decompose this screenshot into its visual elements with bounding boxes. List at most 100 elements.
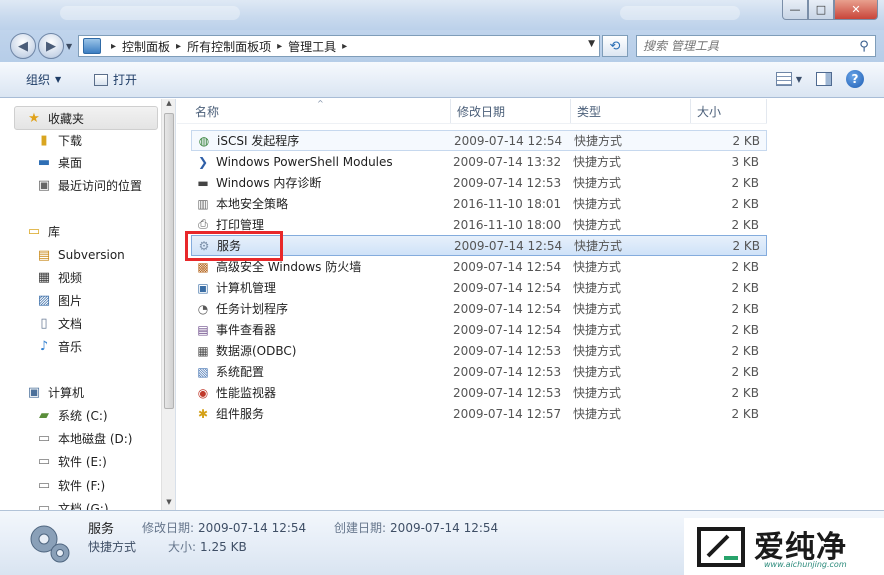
nav-item-label: 本地磁盘 (D:): [58, 431, 133, 446]
view-dropdown-icon[interactable]: ▼: [796, 75, 802, 84]
nav-item-documents[interactable]: ▯ 文档: [36, 312, 82, 334]
highlight-annotation: [185, 231, 283, 261]
breadcrumb-chevron[interactable]: ▸: [176, 41, 181, 52]
file-name: Windows PowerShell Modules: [216, 154, 393, 169]
breadcrumb-root-chevron[interactable]: ▸: [111, 41, 116, 52]
column-header-name[interactable]: 名称: [177, 99, 451, 123]
file-row[interactable]: ❯ Windows PowerShell Modules 2009-07-14 13…: [191, 151, 767, 172]
search-icon[interactable]: ⚲: [853, 39, 875, 54]
search-input[interactable]: [643, 39, 853, 53]
nav-item-recent-places[interactable]: ▣ 最近访问的位置: [36, 174, 142, 196]
file-type: 快捷方式: [573, 218, 622, 232]
nav-libraries[interactable]: ▭ 库: [26, 220, 60, 242]
open-button[interactable]: 打开: [94, 71, 137, 88]
video-icon: ▦: [37, 269, 51, 285]
file-modified: 2009-07-14 12:53: [453, 385, 562, 400]
file-modified: 2016-11-10 18:00: [453, 217, 562, 232]
scroll-down-icon[interactable]: ▼: [162, 498, 175, 510]
nav-favorites[interactable]: ★ 收藏夹: [26, 107, 84, 129]
powershell-icon: ❯: [197, 154, 209, 169]
nav-item-drive-f[interactable]: ▭ 软件 (F:): [36, 474, 105, 496]
nav-item-desktop[interactable]: ▬ 桌面: [36, 151, 82, 173]
column-header-type[interactable]: 类型: [571, 99, 691, 123]
watermark-logo-icon: [697, 527, 745, 567]
nav-item-drive-d[interactable]: ▭ 本地磁盘 (D:): [36, 427, 133, 449]
file-row[interactable]: ▣ 计算机管理 2009-07-14 12:54 快捷方式 2 KB: [191, 277, 767, 298]
file-size: 2 KB: [731, 175, 759, 190]
column-header-modified[interactable]: 修改日期: [451, 99, 571, 123]
file-name-cell: ✱ 组件服务: [191, 405, 453, 422]
scroll-up-icon[interactable]: ▲: [162, 99, 175, 111]
file-name-cell: ▬ Windows 内存诊断: [191, 174, 453, 191]
file-row[interactable]: ✱ 组件服务 2009-07-14 12:57 快捷方式 2 KB: [191, 403, 767, 424]
nav-item-drive-e[interactable]: ▭ 软件 (E:): [36, 450, 107, 472]
breadcrumb-all-items[interactable]: 所有控制面板项: [187, 38, 271, 55]
nav-item-downloads[interactable]: ▮ 下载: [36, 129, 82, 151]
file-row[interactable]: ▬ Windows 内存诊断 2009-07-14 12:53 快捷方式 2 KB: [191, 172, 767, 193]
nav-item-subversion[interactable]: ▤ Subversion: [36, 244, 125, 266]
nav-scrollbar-thumb[interactable]: [164, 113, 174, 409]
music-note-icon: ♪: [39, 338, 49, 354]
file-row[interactable]: ◉ 性能监视器 2009-07-14 12:53 快捷方式 2 KB: [191, 382, 767, 403]
address-row: ◀ ▶ ▼ ▸ 控制面板 ▸ 所有控制面板项 ▸ 管理工具 ▸ ▼ ⟲ ⚲: [0, 30, 884, 62]
column-header-size[interactable]: 大小: [691, 99, 767, 123]
address-dropdown-icon[interactable]: ▼: [588, 39, 595, 49]
file-type: 快捷方式: [574, 239, 623, 253]
file-size: 2 KB: [731, 301, 759, 316]
nav-scrollbar[interactable]: ▲ ▼: [161, 99, 175, 510]
navigation-pane: ★ 收藏夹 ▮ 下载 ▬ 桌面 ▣ 最近访问的位置 ▭ 库 ▤ Subversi…: [0, 99, 176, 510]
organize-label: 组织: [26, 73, 51, 87]
file-type: 快捷方式: [574, 134, 623, 148]
file-modified: 2009-07-14 12:54: [453, 259, 562, 274]
open-icon: [94, 73, 108, 86]
file-type: 快捷方式: [573, 302, 622, 316]
recent-pages-dropdown[interactable]: ▼: [66, 42, 72, 51]
breadcrumb-chevron[interactable]: ▸: [342, 41, 347, 52]
file-modified: 2009-07-14 13:32: [453, 154, 562, 169]
file-row[interactable]: ◔ 任务计划程序 2009-07-14 12:54 快捷方式 2 KB: [191, 298, 767, 319]
title-blur-right: [620, 6, 740, 20]
forward-button[interactable]: ▶: [38, 33, 64, 59]
organize-button[interactable]: 组织 ▼: [26, 71, 61, 88]
file-row[interactable]: ◍ iSCSI 发起程序 2009-07-14 12:54 快捷方式 2 KB: [191, 130, 767, 151]
nav-item-videos[interactable]: ▦ 视频: [36, 266, 82, 288]
watermark: 爱纯净 www.aichunjing.com: [684, 518, 884, 575]
file-modified: 2009-07-14 12:54: [454, 238, 563, 253]
nav-item-pictures[interactable]: ▨ 图片: [36, 289, 82, 311]
nav-item-drive-g[interactable]: ▭ 文档 (G:): [36, 497, 109, 511]
file-size: 2 KB: [731, 322, 759, 337]
security-policy-icon: ▥: [197, 196, 209, 211]
back-button[interactable]: ◀: [10, 33, 36, 59]
nav-item-label: 下载: [58, 133, 83, 148]
address-bar[interactable]: ▸ 控制面板 ▸ 所有控制面板项 ▸ 管理工具 ▸ ▼: [78, 35, 600, 57]
file-name-cell: ❯ Windows PowerShell Modules: [191, 154, 453, 170]
memory-diagnostic-icon: ▬: [197, 175, 209, 190]
file-size: 2 KB: [732, 133, 760, 148]
file-type: 快捷方式: [573, 323, 622, 337]
maximize-button[interactable]: □: [808, 0, 834, 20]
file-name: 性能监视器: [216, 386, 277, 400]
file-modified: 2009-07-14 12:57: [453, 406, 562, 421]
file-row[interactable]: ▦ 数据源(ODBC) 2009-07-14 12:53 快捷方式 2 KB: [191, 340, 767, 361]
hard-drive-icon: ▭: [37, 453, 51, 469]
search-box[interactable]: ⚲: [636, 35, 876, 57]
breadcrumb-admin-tools[interactable]: 管理工具: [288, 38, 336, 55]
file-row[interactable]: ▧ 系统配置 2009-07-14 12:53 快捷方式 2 KB: [191, 361, 767, 382]
nav-item-drive-c[interactable]: ▰ 系统 (C:): [36, 404, 108, 426]
forward-arrow-icon: ▶: [46, 38, 56, 54]
file-name: 计算机管理: [216, 281, 277, 295]
file-list: ^ 名称 修改日期 类型 大小 ◍ iSCSI 发起程序 2009-07-14 12…: [177, 99, 884, 510]
nav-item-label: 软件 (F:): [58, 478, 106, 493]
minimize-button[interactable]: —: [782, 0, 808, 20]
preview-pane-icon[interactable]: [816, 72, 832, 86]
file-row[interactable]: ▥ 本地安全策略 2016-11-10 18:01 快捷方式 2 KB: [191, 193, 767, 214]
breadcrumb-control-panel[interactable]: 控制面板: [122, 38, 170, 55]
file-row[interactable]: ▤ 事件查看器 2009-07-14 12:54 快捷方式 2 KB: [191, 319, 767, 340]
refresh-button[interactable]: ⟲: [602, 35, 628, 57]
help-icon[interactable]: ?: [846, 70, 864, 88]
close-button[interactable]: ✕: [834, 0, 878, 20]
change-view-icon[interactable]: [775, 72, 792, 86]
nav-computer[interactable]: ▣ 计算机: [26, 381, 84, 403]
breadcrumb-chevron[interactable]: ▸: [277, 41, 282, 52]
nav-item-music[interactable]: ♪ 音乐: [36, 335, 82, 357]
